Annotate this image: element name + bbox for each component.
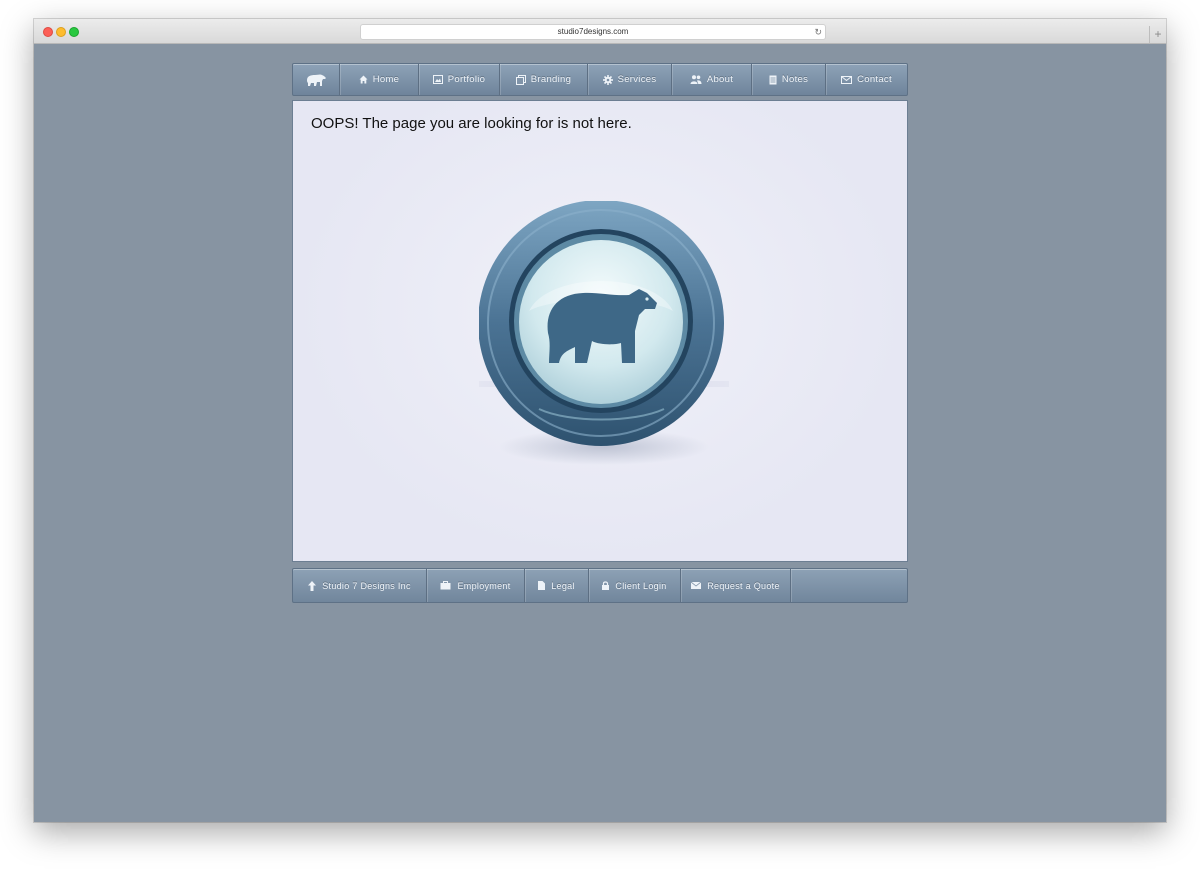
envelope-icon [691, 582, 702, 589]
people-icon [690, 75, 702, 84]
mail-icon [841, 75, 853, 84]
gear-icon [602, 74, 613, 85]
footer-company[interactable]: Studio 7 Designs Inc [293, 569, 427, 602]
nav-about-label: About [706, 74, 734, 85]
footer-spacer [791, 569, 907, 602]
logo-bear-button[interactable] [293, 64, 340, 95]
briefcase-icon [440, 581, 451, 590]
notes-icon [769, 75, 777, 84]
polar-bear-logo-icon [307, 74, 326, 86]
footer-request-quote[interactable]: Request a Quote [681, 569, 791, 602]
footer-legal-label: Legal [551, 580, 575, 591]
nav-services-label: Services [617, 74, 657, 85]
arrow-up-icon [308, 580, 317, 591]
address-bar[interactable]: studio7designs.com ↻ [360, 24, 826, 40]
nav-notes-label: Notes [781, 74, 809, 85]
footer-legal[interactable]: Legal [525, 569, 589, 602]
nav-branding[interactable]: Branding [500, 64, 588, 95]
branding-icon [515, 74, 526, 85]
nav-home[interactable]: Home [340, 64, 419, 95]
footer-client-login-label: Client Login [615, 580, 667, 591]
error-message: OOPS! The page you are looking for is no… [311, 115, 632, 132]
nav-home-label: Home [372, 74, 400, 85]
nav-contact[interactable]: Contact [826, 64, 907, 95]
site-container: Home Portfolio Branding Services About N… [292, 63, 908, 603]
plus-icon: + [1154, 27, 1162, 41]
maximize-window-button[interactable] [69, 27, 79, 37]
url-text: studio7designs.com [557, 27, 629, 36]
lock-icon [602, 581, 610, 590]
nav-about[interactable]: About [672, 64, 752, 95]
nav-services[interactable]: Services [588, 64, 672, 95]
home-icon [359, 75, 368, 84]
polar-bear-emblem-icon [479, 201, 729, 465]
nav-branding-label: Branding [530, 74, 572, 85]
footer-navigation: Studio 7 Designs Inc Employment Legal Cl… [292, 568, 908, 603]
footer-request-quote-label: Request a Quote [707, 580, 780, 591]
nav-notes[interactable]: Notes [752, 64, 826, 95]
footer-employment[interactable]: Employment [427, 569, 525, 602]
nav-portfolio[interactable]: Portfolio [419, 64, 500, 95]
portfolio-icon [432, 75, 443, 84]
main-navigation: Home Portfolio Branding Services About N… [292, 63, 908, 96]
nav-contact-label: Contact [857, 74, 892, 85]
main-content: OOPS! The page you are looking for is no… [292, 100, 908, 562]
minimize-window-button[interactable] [56, 27, 66, 37]
footer-client-login[interactable]: Client Login [589, 569, 681, 602]
reload-icon[interactable]: ↻ [814, 25, 822, 39]
browser-titlebar: studio7designs.com ↻ + [34, 19, 1166, 44]
footer-employment-label: Employment [457, 580, 511, 591]
nav-portfolio-label: Portfolio [447, 74, 486, 85]
browser-window: studio7designs.com ↻ + Home Portfolio Br… [34, 19, 1166, 822]
document-icon [538, 581, 546, 590]
new-tab-button[interactable]: + [1149, 26, 1166, 43]
footer-company-label: Studio 7 Designs Inc [322, 580, 411, 591]
close-window-button[interactable] [43, 27, 53, 37]
